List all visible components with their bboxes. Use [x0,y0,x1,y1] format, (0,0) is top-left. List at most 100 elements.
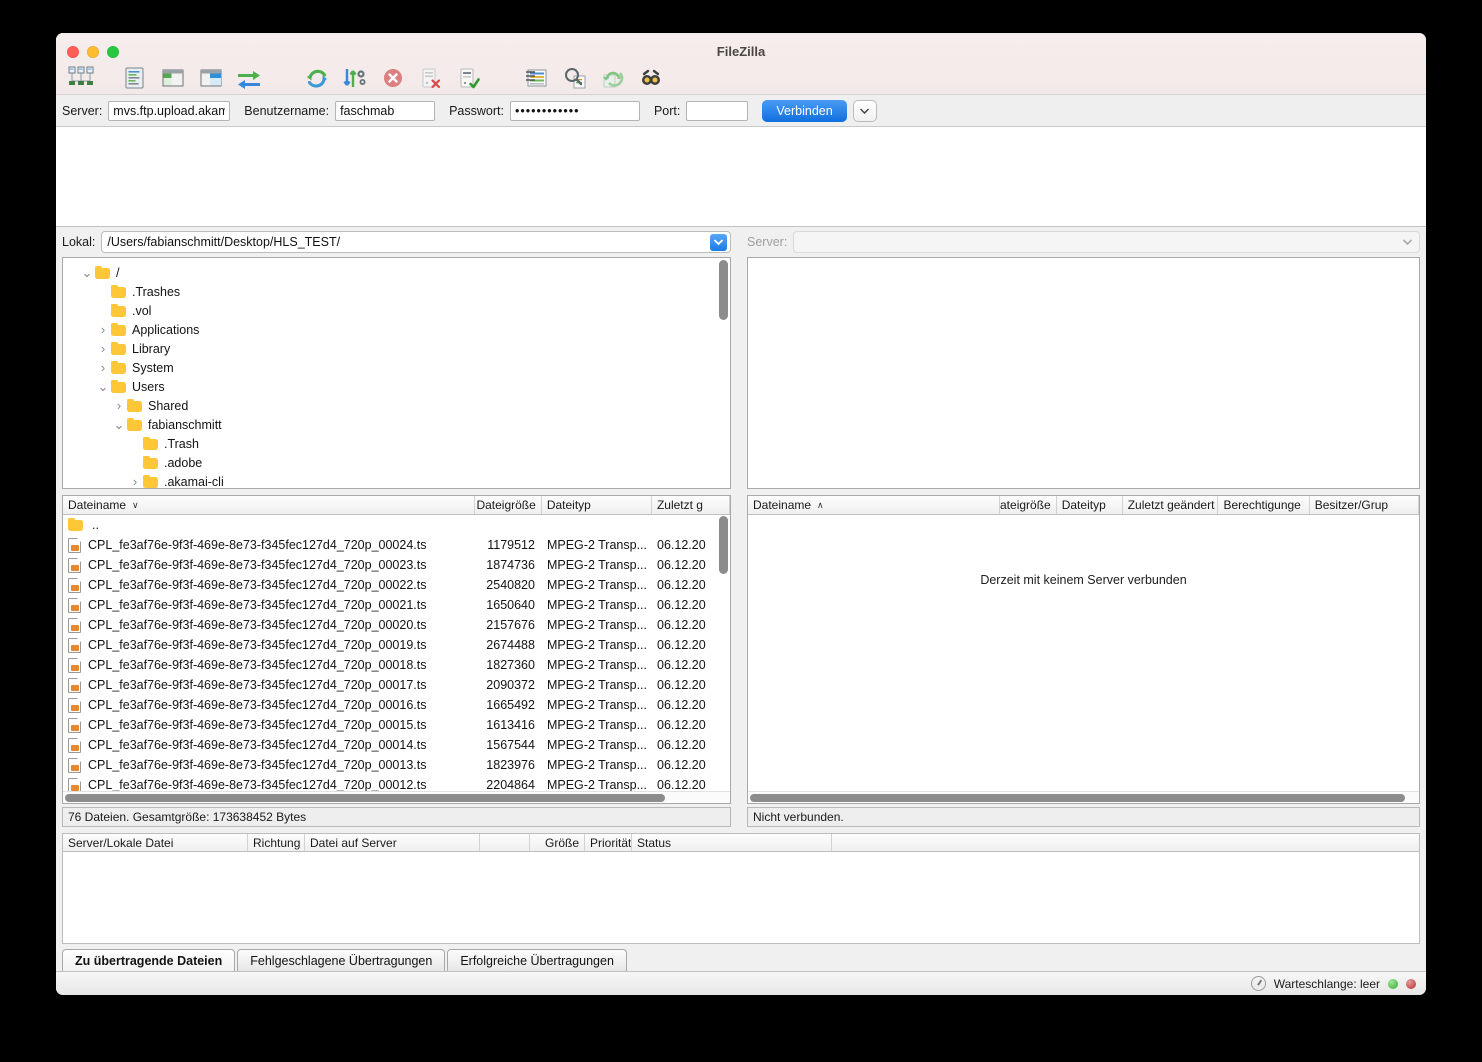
column-header-status[interactable]: Status [632,834,832,851]
column-header-size[interactable]: Größe [530,834,585,851]
column-header-label: Berechtigunge [1223,498,1301,512]
file-row[interactable]: CPL_fe3af76e-9f3f-469e-8e73-f345fec127d4… [63,535,730,555]
tree-item[interactable]: ⌄ fabianschmitt [63,415,730,434]
toggle-transfer-queue-button[interactable] [230,62,268,94]
tree-item[interactable]: › .akamai-cli [63,472,730,488]
local-list-body[interactable]: .. CPL_fe3af76e-9f3f-469e-8e73-f345fec127… [63,515,730,803]
local-directory-tree[interactable]: ⌄ / .Trashes .vol › Applications › Library › Syst… [62,257,731,489]
file-row[interactable]: CPL_fe3af76e-9f3f-469e-8e73-f345fec127d4… [63,755,730,775]
toggle-message-log-button[interactable] [116,62,154,94]
column-header-priority[interactable]: Priorität [585,834,632,851]
local-tree-scrollbar[interactable] [719,260,728,480]
tree-item[interactable]: › Applications [63,320,730,339]
connect-button[interactable]: Verbinden [762,99,847,122]
compare-directories-button[interactable] [556,62,594,94]
remote-path-dropdown-button[interactable] [1399,234,1416,251]
column-header-direction[interactable]: Richtung [248,834,305,851]
file-row[interactable]: CPL_fe3af76e-9f3f-469e-8e73-f345fec127d4… [63,575,730,595]
file-row[interactable]: CPL_fe3af76e-9f3f-469e-8e73-f345fec127d4… [63,715,730,735]
column-header-localfile[interactable]: Server/Lokale Datei [63,834,248,851]
file-row[interactable]: CPL_fe3af76e-9f3f-469e-8e73-f345fec127d4… [63,675,730,695]
remote-path-combobox[interactable] [793,231,1420,253]
file-type-cell: MPEG-2 Transp... [546,718,647,732]
column-header-date[interactable]: Zuletzt geändert [1123,496,1219,514]
chevron-right-icon[interactable]: › [95,341,111,356]
tree-item[interactable]: .adobe [63,453,730,472]
process-queue-button[interactable] [336,62,374,94]
chevron-down-icon[interactable]: ⌄ [111,418,127,431]
remote-list-hscrollbar[interactable] [748,791,1419,803]
column-header-spacer[interactable] [480,834,530,851]
tree-item[interactable]: ⌄ / [63,263,730,282]
column-header-name[interactable]: Dateiname ∨ [63,496,476,514]
column-header-owner[interactable]: Besitzer/Grup [1310,496,1419,514]
file-size-cell: 1179512 [487,538,535,552]
local-file-list[interactable]: Dateiname ∨ Dateigröße Dateityp Zuletzt g ..… [62,495,731,804]
tree-item-label: Users [132,379,165,394]
column-header-size[interactable]: Dateigröße [475,496,542,514]
disconnect-button[interactable] [412,62,450,94]
column-header-date[interactable]: Zuletzt g [652,496,730,514]
queue-tab[interactable]: Fehlgeschlagene Übertragungen [237,949,446,971]
column-header-size[interactable]: Dateigröße [1000,496,1057,514]
local-path-combobox[interactable]: /Users/fabianschmitt/Desktop/HLS_TEST/ [101,231,731,253]
parent-directory-row[interactable]: .. [63,515,730,535]
column-header-type[interactable]: Dateityp [542,496,652,514]
tree-item[interactable]: › Library [63,339,730,358]
reconnect-button[interactable] [450,62,488,94]
queue-body[interactable] [62,852,1420,944]
username-input[interactable] [335,100,436,121]
tree-item[interactable]: ⌄ Users [63,377,730,396]
refresh-button[interactable] [298,62,336,94]
chevron-right-icon[interactable]: › [95,360,111,375]
chevron-right-icon[interactable]: › [95,322,111,337]
file-name-cell: CPL_fe3af76e-9f3f-469e-8e73-f345fec127d4… [63,697,476,713]
tree-item[interactable]: .vol [63,301,730,320]
find-files-button[interactable] [632,62,670,94]
local-path-dropdown-button[interactable] [710,233,727,251]
synchronized-browsing-button[interactable] [594,62,632,94]
transport-stream-file-icon [68,677,81,693]
file-row[interactable]: CPL_fe3af76e-9f3f-469e-8e73-f345fec127d4… [63,615,730,635]
port-input[interactable] [686,100,749,121]
local-list-vscrollbar[interactable] [719,516,728,791]
remote-directory-tree[interactable] [747,257,1420,489]
tree-item[interactable]: › Shared [63,396,730,415]
quickconnect-history-dropdown[interactable] [852,99,877,122]
chevron-down-icon[interactable]: ⌄ [79,266,95,279]
file-type-cell: MPEG-2 Transp... [546,678,647,692]
file-row[interactable]: CPL_fe3af76e-9f3f-469e-8e73-f345fec127d4… [63,695,730,715]
tree-item[interactable]: .Trash [63,434,730,453]
local-status: 76 Dateien. Gesamtgröße: 173638452 Bytes [62,807,731,827]
server-input[interactable] [108,100,231,121]
file-row[interactable]: CPL_fe3af76e-9f3f-469e-8e73-f345fec127d4… [63,595,730,615]
password-input[interactable] [509,100,640,121]
column-header-name[interactable]: Dateiname ∧ [748,496,1000,514]
site-manager-button[interactable] [62,62,100,94]
remote-list-body[interactable]: Derzeit mit keinem Server verbunden [748,515,1419,803]
toggle-remote-tree-button[interactable] [192,62,230,94]
file-row[interactable]: CPL_fe3af76e-9f3f-469e-8e73-f345fec127d4… [63,655,730,675]
filter-button[interactable] [518,62,556,94]
file-row[interactable]: CPL_fe3af76e-9f3f-469e-8e73-f345fec127d4… [63,555,730,575]
remote-file-list[interactable]: Dateiname ∧ Dateigröße Dateityp Zuletzt geän… [747,495,1420,804]
local-list-hscrollbar[interactable] [63,791,730,803]
tree-item-label: Library [132,341,171,356]
toggle-local-tree-button[interactable] [154,62,192,94]
tree-item[interactable]: .Trashes [63,282,730,301]
column-header-perm[interactable]: Berechtigunge [1218,496,1310,514]
file-row[interactable]: CPL_fe3af76e-9f3f-469e-8e73-f345fec127d4… [63,635,730,655]
column-header-type[interactable]: Dateityp [1057,496,1123,514]
file-row[interactable]: CPL_fe3af76e-9f3f-469e-8e73-f345fec127d4… [63,735,730,755]
sort-descending-icon: ∨ [132,499,139,510]
chevron-right-icon[interactable]: › [127,474,143,488]
tree-item[interactable]: › System [63,358,730,377]
queue-tab[interactable]: Erfolgreiche Übertragungen [447,949,627,971]
column-header-serverfile[interactable]: Datei auf Server [305,834,480,851]
chevron-down-icon[interactable]: ⌄ [95,380,111,393]
reconnect-icon [460,68,480,89]
queue-tab[interactable]: Zu übertragende Dateien [62,949,236,971]
cancel-button[interactable] [374,62,412,94]
transport-stream-file-icon [68,657,81,673]
chevron-right-icon[interactable]: › [111,398,127,413]
